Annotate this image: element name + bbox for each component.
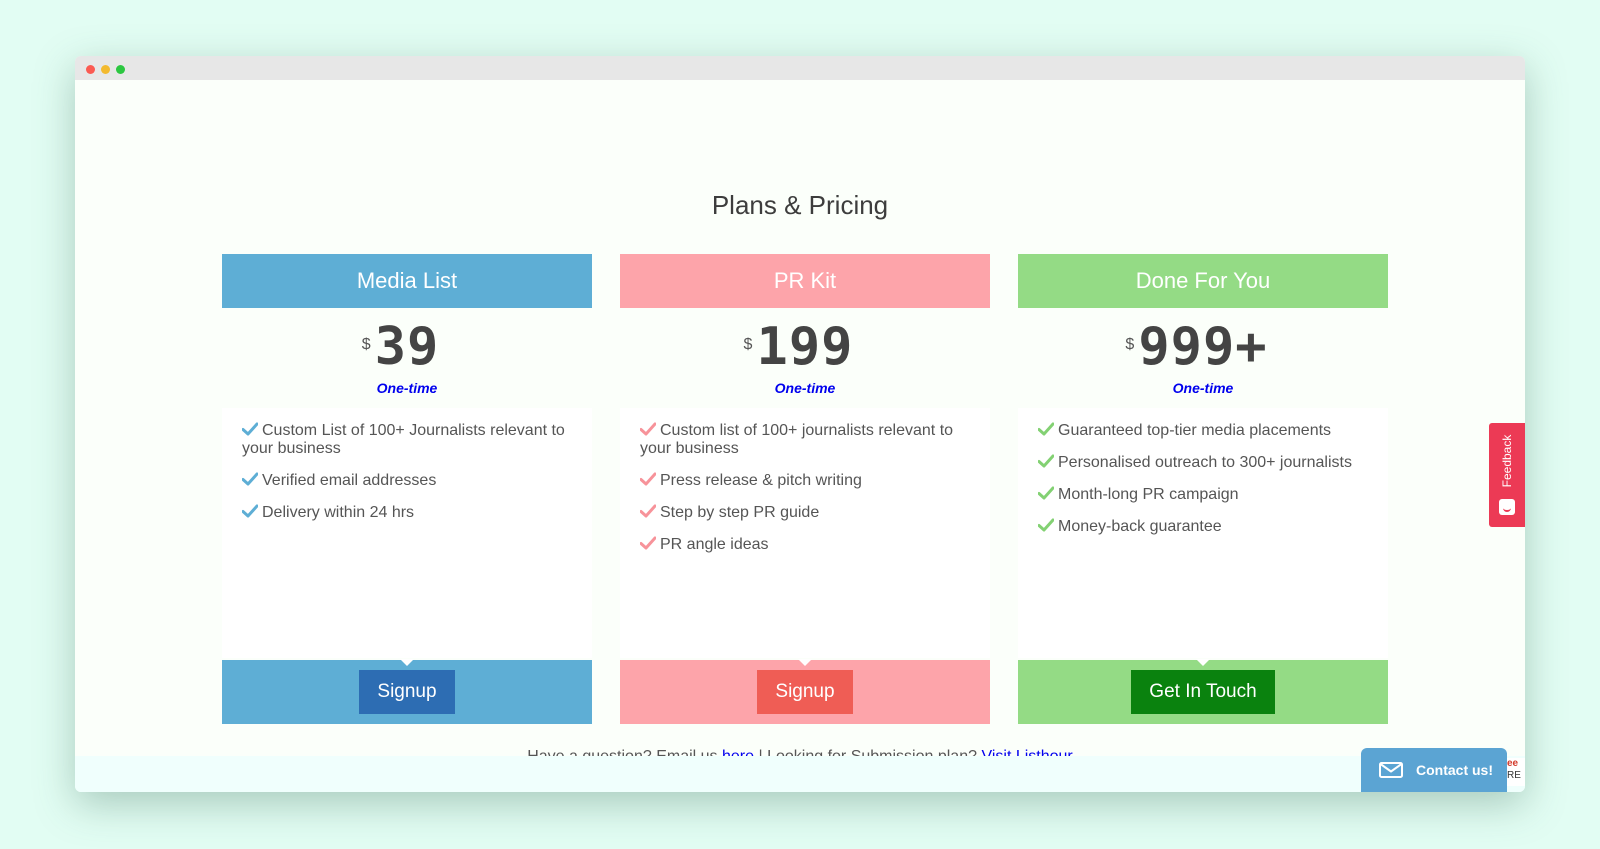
feature-item: Custom list of 100+ journalists relevant… [620, 422, 990, 458]
currency-symbol: $ [1125, 336, 1136, 353]
feature-text: Verified email addresses [262, 472, 437, 489]
page-content: Plans & Pricing Media List $39 One-time … [75, 80, 1525, 792]
plan-footer: Get In Touch [1018, 659, 1388, 724]
feedback-label: Feedback [1500, 434, 1514, 488]
footer-notch [400, 659, 414, 666]
plan-card-pr-kit: PR Kit $199 One-time Custom list of 100+… [620, 254, 990, 724]
badge-text: RE [1507, 770, 1521, 781]
feedback-tab[interactable]: Feedback [1489, 423, 1525, 527]
currency-symbol: $ [361, 336, 372, 353]
check-icon [242, 422, 258, 436]
feature-item: Personalised outreach to 300+ journalist… [1018, 454, 1388, 472]
check-icon [640, 422, 656, 436]
check-icon [1038, 422, 1054, 436]
plan-price: $999+ [1125, 316, 1268, 378]
plan-card-media-list: Media List $39 One-time Custom List of 1… [222, 254, 592, 724]
footer-band [75, 756, 1525, 792]
browser-window: Plans & Pricing Media List $39 One-time … [75, 56, 1525, 792]
billing-period: One-time [376, 380, 438, 396]
feature-item: Delivery within 24 hrs [222, 504, 592, 522]
feature-text: Press release & pitch writing [660, 472, 862, 489]
footer-notch [1196, 659, 1210, 666]
feature-text: Step by step PR guide [660, 504, 820, 521]
price-block: $199 One-time [620, 316, 990, 406]
feature-text: Personalised outreach to 300+ journalist… [1058, 454, 1352, 471]
feature-item: Guaranteed top-tier media placements [1018, 422, 1388, 440]
feature-text: Custom list of 100+ journalists relevant… [640, 422, 954, 457]
feature-list: Custom list of 100+ journalists relevant… [620, 408, 990, 658]
feature-text: Guaranteed top-tier media placements [1058, 422, 1332, 439]
footer-notch [798, 659, 812, 666]
feature-item: Custom List of 100+ Journalists relevant… [222, 422, 592, 458]
plan-price: $39 [362, 316, 440, 378]
signup-button[interactable]: Signup [757, 670, 853, 714]
plan-footer: Signup [620, 659, 990, 724]
page-title: Plans & Pricing [711, 190, 889, 220]
trust-badge: ee RE [1507, 758, 1525, 786]
feature-item: Month-long PR campaign [1018, 486, 1388, 504]
contact-us-label: Contact us! [1416, 762, 1493, 778]
feature-text: Custom List of 100+ Journalists relevant… [242, 422, 565, 457]
envelope-icon [1379, 762, 1403, 778]
get-in-touch-button[interactable]: Get In Touch [1131, 670, 1275, 714]
close-window-icon[interactable] [86, 65, 95, 74]
feature-list: Custom List of 100+ Journalists relevant… [222, 408, 592, 658]
signup-button[interactable]: Signup [359, 670, 455, 714]
check-icon [1038, 454, 1054, 468]
feature-text: PR angle ideas [660, 536, 769, 553]
feature-text: Money-back guarantee [1058, 518, 1222, 535]
price-amount: 999+ [1138, 317, 1268, 377]
maximize-window-icon[interactable] [116, 65, 125, 74]
minimize-window-icon[interactable] [101, 65, 110, 74]
price-block: $999+ One-time [1018, 316, 1388, 406]
check-icon [1038, 518, 1054, 532]
feature-text: Delivery within 24 hrs [262, 504, 415, 521]
smiley-icon [1499, 499, 1515, 515]
check-icon [640, 536, 656, 550]
price-block: $39 One-time [222, 316, 592, 406]
price-amount: 199 [756, 317, 854, 377]
check-icon [242, 504, 258, 518]
plan-price: $199 [744, 316, 854, 378]
plan-card-done-for-you: Done For You $999+ One-time Guaranteed t… [1018, 254, 1388, 724]
plan-name: Done For You [1018, 254, 1388, 308]
check-icon [640, 504, 656, 518]
check-icon [640, 472, 656, 486]
feature-item: Press release & pitch writing [620, 472, 990, 490]
billing-period: One-time [1172, 380, 1234, 396]
feature-text: Month-long PR campaign [1058, 486, 1239, 503]
feature-item: Step by step PR guide [620, 504, 990, 522]
plan-name: Media List [222, 254, 592, 308]
price-amount: 39 [374, 317, 440, 377]
contact-us-widget[interactable]: Contact us! [1361, 748, 1507, 792]
feature-item: Money-back guarantee [1018, 518, 1388, 536]
badge-text: ee [1507, 758, 1519, 769]
currency-symbol: $ [743, 336, 754, 353]
feature-item: Verified email addresses [222, 472, 592, 490]
feature-item: PR angle ideas [620, 536, 990, 554]
check-icon [242, 472, 258, 486]
feature-list: Guaranteed top-tier media placements Per… [1018, 408, 1388, 658]
plan-name: PR Kit [620, 254, 990, 308]
check-icon [1038, 486, 1054, 500]
window-titlebar [75, 56, 1525, 80]
plan-footer: Signup [222, 659, 592, 724]
billing-period: One-time [774, 380, 836, 396]
